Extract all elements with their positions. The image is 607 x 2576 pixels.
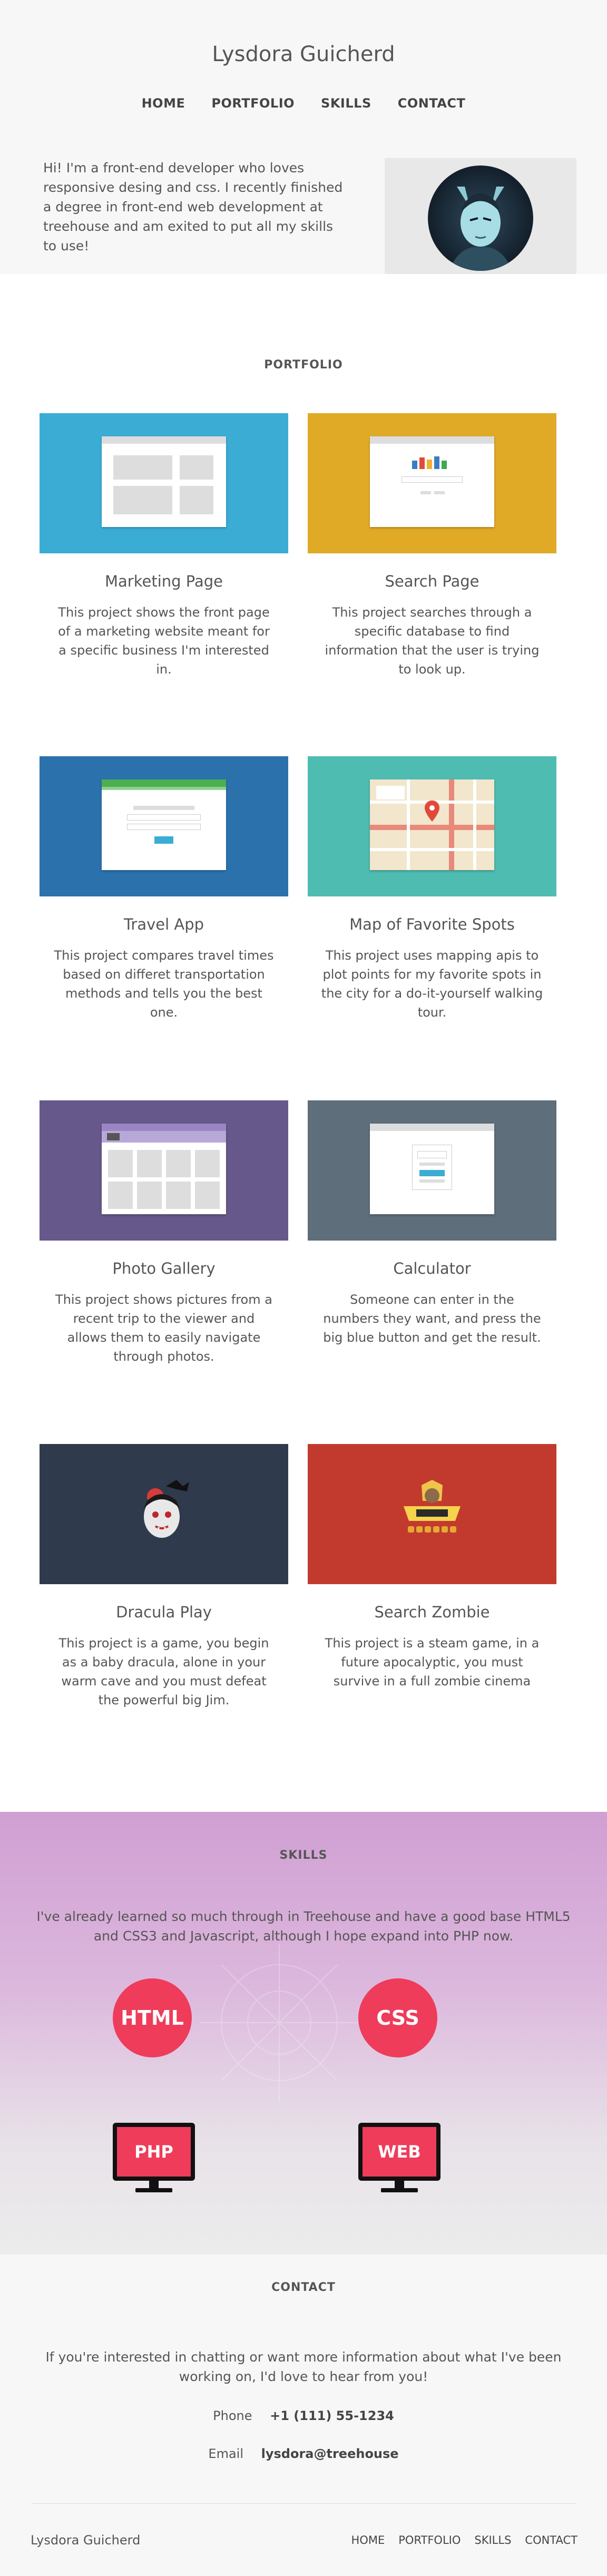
css-skill-badge: CSS (358, 1978, 437, 2057)
contact-section: CONTACT If you're interested in chatting… (0, 2255, 607, 2576)
project-description: This project searches through a specific… (325, 605, 540, 677)
project-card[interactable]: Search Zombie This project is a steam ga… (308, 1444, 556, 1691)
avatar-frame (385, 158, 576, 275)
footer-name: Lysdora Guicherd (31, 2533, 141, 2548)
project-thumbnail[interactable] (308, 1100, 556, 1241)
project-title: Calculator (393, 1260, 471, 1277)
footer-nav-contact[interactable]: CONTACT (525, 2534, 577, 2546)
project-card[interactable]: Search Page This project searches throug… (308, 413, 556, 679)
footer-nav-portfolio[interactable]: PORTFOLIO (398, 2534, 461, 2546)
project-description: Someone can enter in the numbers they wa… (323, 1292, 541, 1345)
map-icon (370, 779, 494, 870)
web-monitor-icon: WEB (358, 2123, 440, 2192)
project-card[interactable]: Photo Gallery This project shows picture… (40, 1100, 288, 1366)
project-thumbnail[interactable] (40, 756, 288, 896)
footer-nav-skills[interactable]: SKILLS (474, 2534, 511, 2546)
project-thumbnail[interactable] (308, 1444, 556, 1584)
project-card[interactable]: Dracula Play This project is a game, you… (40, 1444, 288, 1710)
header: Lysdora Guicherd HOME PORTFOLIO SKILLS C… (0, 0, 607, 275)
nav-portfolio[interactable]: PORTFOLIO (211, 96, 295, 111)
gallery-icon (102, 1124, 226, 1214)
zombie-cinema-icon (404, 1480, 461, 1533)
email-link[interactable]: lysdora@treehouse (261, 2446, 399, 2461)
footer-nav-home[interactable]: HOME (351, 2534, 385, 2546)
avatar (428, 165, 533, 271)
dracula-icon (144, 1480, 189, 1538)
project-description: This project is a steam game, in a futur… (325, 1636, 540, 1689)
site-title: Lysdora Guicherd (212, 42, 395, 66)
spider-web-icon (200, 1944, 358, 2102)
footer-nav: HOME PORTFOLIO SKILLS CONTACT (351, 2534, 577, 2546)
intro-text: Hi! I'm a front-end developer who loves … (43, 160, 343, 253)
browser-mock-icon (102, 436, 226, 527)
project-thumbnail[interactable] (308, 756, 556, 896)
project-description: This project shows pictures from a recen… (55, 1292, 272, 1364)
project-card[interactable]: Marketing Page This project shows the fr… (40, 413, 288, 679)
project-thumbnail[interactable] (308, 413, 556, 553)
skills-text: I've already learned so much through in … (36, 1909, 571, 1944)
skills-heading: SKILLS (279, 1849, 328, 1862)
map-pin-icon (425, 801, 439, 822)
portfolio-section: PORTFOLIO Marketing Page This project sh… (0, 274, 607, 1812)
project-thumbnail[interactable] (40, 1444, 288, 1584)
web-skill-label: WEB (363, 2127, 436, 2177)
email-row: Email lysdora@treehouse (0, 2446, 607, 2461)
html-skill-badge: HTML (113, 1978, 192, 2057)
calculator-icon (370, 1124, 494, 1214)
phone-row: Phone +1 (111) 55-1234 (0, 2408, 607, 2423)
php-skill-label: PHP (117, 2127, 191, 2177)
phone-label: Phone (213, 2408, 252, 2423)
project-title: Search Zombie (374, 1603, 490, 1621)
footer-divider (32, 2503, 575, 2504)
travel-app-icon (102, 779, 226, 870)
project-description: This project compares travel times based… (54, 948, 274, 1020)
nav-home[interactable]: HOME (142, 96, 185, 111)
project-title: Dracula Play (116, 1603, 212, 1621)
project-description: This project uses mapping apis to plot p… (321, 948, 543, 1020)
project-thumbnail[interactable] (40, 1100, 288, 1241)
project-card[interactable]: Travel App This project compares travel … (40, 756, 288, 1022)
email-label: Email (208, 2446, 243, 2461)
search-page-icon (370, 436, 494, 527)
project-title: Photo Gallery (112, 1260, 216, 1277)
php-monitor-icon: PHP (113, 2123, 195, 2192)
nav-skills[interactable]: SKILLS (321, 96, 371, 111)
nav-contact[interactable]: CONTACT (398, 96, 466, 111)
contact-text: If you're interested in chatting or want… (45, 2349, 562, 2384)
project-title: Map of Favorite Spots (349, 915, 515, 933)
phone-link[interactable]: +1 (111) 55-1234 (270, 2408, 394, 2423)
skills-section: SKILLS I've already learned so much thro… (0, 1812, 607, 2255)
project-card[interactable]: Map of Favorite Spots This project uses … (308, 756, 556, 1022)
project-title: Search Page (385, 572, 479, 590)
project-description: This project shows the front page of a m… (58, 605, 270, 677)
project-description: This project is a game, you begin as a b… (58, 1636, 269, 1707)
project-card[interactable]: Calculator Someone can enter in the numb… (308, 1100, 556, 1347)
portfolio-heading: PORTFOLIO (264, 358, 343, 372)
contact-heading: CONTACT (271, 2281, 336, 2294)
main-nav: HOME PORTFOLIO SKILLS CONTACT (0, 96, 607, 111)
project-title: Marketing Page (105, 572, 223, 590)
project-title: Travel App (123, 915, 204, 933)
project-thumbnail[interactable] (40, 413, 288, 553)
